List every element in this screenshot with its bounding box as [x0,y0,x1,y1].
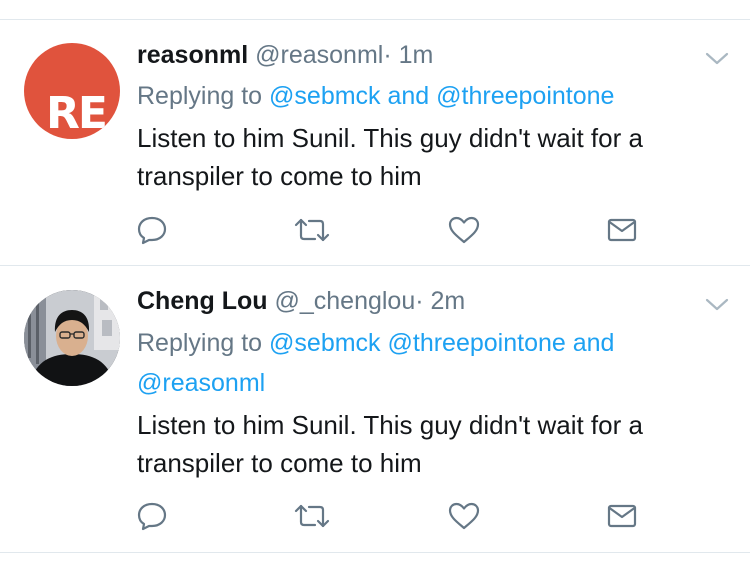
replying-to-continued: @reasonml [137,363,265,403]
mention-link[interactable]: @sebmck [269,329,381,357]
handle[interactable]: @_chenglou [274,287,415,315]
message-button[interactable] [602,498,642,534]
retweet-button[interactable] [292,212,332,248]
separator: · [383,41,392,69]
separator: · [415,287,424,315]
reply-mentions: @sebmck @threepointone and [269,329,614,357]
handle[interactable]: @reasonml [255,41,383,69]
replying-to-label: Replying to [137,82,263,110]
timeline-feed: RE reasonml @reasonml· 1m Replying to @s… [0,0,750,562]
display-name[interactable]: reasonml [137,41,248,69]
reply-mentions: @sebmck and @threepointone [269,82,614,110]
retweet-icon [294,218,330,242]
timestamp[interactable]: 1m [399,41,434,69]
tweet-header: Cheng Lou @_chenglou· 2m [137,286,465,316]
reply-button[interactable] [132,212,172,248]
replying-to-label: Replying to [137,329,263,357]
like-icon [448,502,480,530]
mention-link[interactable]: @reasonml [137,369,265,397]
tweet[interactable]: RE reasonml @reasonml· 1m Replying to @s… [0,20,750,265]
tweet-text: Listen to him Sunil. This guy didn't wai… [137,123,643,191]
like-button[interactable] [444,212,484,248]
tweet[interactable]: Cheng Lou @_chenglou· 2m Replying to @se… [0,266,750,552]
chevron-down-icon[interactable] [703,295,731,315]
reply-icon [137,216,167,245]
mention-link[interactable]: @sebmck [269,82,381,110]
message-icon [607,218,637,242]
divider [0,552,750,553]
message-button[interactable] [602,212,642,248]
retweet-icon [294,504,330,528]
avatar[interactable]: RE [24,43,120,139]
mention-link[interactable]: @threepointone [436,82,614,110]
reply-icon [137,502,167,531]
tweet-text: Listen to him Sunil. This guy didn't wai… [137,410,643,478]
like-button[interactable] [444,498,484,534]
avatar-logo-text: RE [46,88,108,139]
timestamp[interactable]: 2m [431,287,466,315]
mention-separator [381,329,388,357]
mention-connector[interactable]: and [566,329,615,357]
mention-connector[interactable]: and [381,82,437,110]
like-icon [448,216,480,244]
replying-to: Replying to @sebmck and @threepointone [137,76,614,116]
mention-link[interactable]: @threepointone [388,329,566,357]
chevron-down-icon[interactable] [703,49,731,69]
retweet-button[interactable] [292,498,332,534]
message-icon [607,504,637,528]
display-name[interactable]: Cheng Lou [137,287,268,315]
reply-button[interactable] [132,498,172,534]
avatar[interactable] [24,290,120,386]
profile-photo-image [24,290,120,386]
tweet-header: reasonml @reasonml· 1m [137,40,433,70]
replying-to: Replying to @sebmck @threepointone and [137,323,614,363]
